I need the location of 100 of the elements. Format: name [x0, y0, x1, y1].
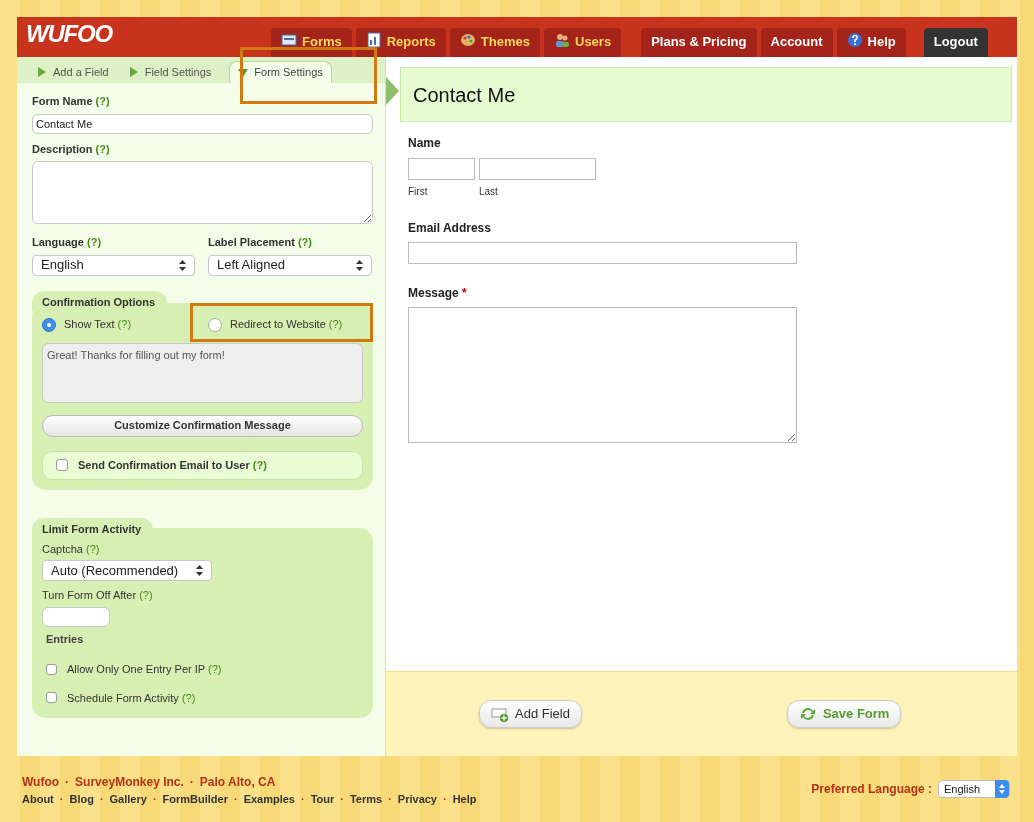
- sidebar-tab[interactable]: Add a Field: [29, 61, 117, 83]
- footer-link[interactable]: Blog: [69, 791, 94, 808]
- section-title: Limit Form Activity: [32, 517, 154, 538]
- field-label: Description (?): [32, 141, 111, 157]
- form-title: Contact Me: [400, 67, 1012, 122]
- separator-dot: ·: [99, 792, 104, 807]
- sidebar-tab[interactable]: Field Settings: [120, 61, 220, 83]
- checkbox[interactable]: [46, 692, 57, 704]
- add-field-button[interactable]: Add Field: [479, 700, 582, 728]
- separator-dot: ·: [65, 774, 70, 791]
- help-link[interactable]: (?): [208, 663, 222, 675]
- footer-link[interactable]: FormBuilder: [162, 791, 228, 808]
- nav-tab[interactable]: Forms: [271, 28, 352, 57]
- report-icon: [365, 32, 382, 48]
- palette-icon: [459, 32, 476, 48]
- help-link[interactable]: (?): [86, 542, 100, 555]
- nav-tab[interactable]: Reports: [355, 28, 446, 57]
- help-link[interactable]: (?): [252, 458, 267, 471]
- field-sublabel: First: [408, 185, 429, 199]
- footer-link[interactable]: Tour: [310, 791, 335, 808]
- separator-dot: ·: [301, 792, 305, 807]
- separator-dot: ·: [388, 792, 392, 807]
- separator-dot: ·: [233, 792, 238, 807]
- select-dropdown[interactable]: Left Aligned: [208, 254, 372, 276]
- required-mark: *: [462, 286, 467, 300]
- select-dropdown[interactable]: Auto (Recommended): [42, 560, 212, 581]
- input-field[interactable]: [42, 606, 110, 627]
- triangle-right-icon: [128, 67, 139, 77]
- input-field[interactable]: Contact Me: [32, 113, 373, 134]
- footer-link[interactable]: Terms: [349, 791, 383, 808]
- separator-dot: ·: [59, 792, 64, 807]
- checkbox[interactable]: [56, 459, 68, 471]
- language-select[interactable]: English: [938, 780, 1010, 798]
- triangle-right-icon: [37, 67, 47, 77]
- input-field[interactable]: [408, 242, 797, 264]
- field-label: Message *: [408, 285, 468, 302]
- radio-button[interactable]: [42, 317, 56, 332]
- field-label: Send Confirmation Email to User (?): [78, 457, 267, 473]
- help-link[interactable]: (?): [328, 318, 343, 331]
- nav-tab[interactable]: Account: [760, 28, 833, 57]
- input-field[interactable]: [408, 158, 475, 180]
- form-icon: [281, 32, 297, 48]
- help-link[interactable]: (?): [117, 318, 132, 331]
- customize-button[interactable]: Customize Confirmation Message: [42, 414, 363, 437]
- field-label: Name: [408, 135, 442, 152]
- company-text: Palo Alto, CA: [199, 774, 276, 791]
- field-label: Redirect to Website (?): [230, 317, 343, 333]
- language-label: Preferred Language :: [811, 781, 932, 798]
- field-label: Form Name (?): [32, 94, 111, 109]
- help-link[interactable]: (?): [95, 142, 110, 155]
- field-label: Language (?): [32, 235, 103, 250]
- pointer-arrow-icon: [386, 77, 399, 105]
- help-link[interactable]: (?): [95, 95, 110, 107]
- help-link[interactable]: (?): [297, 236, 312, 248]
- separator-dot: ·: [340, 792, 344, 807]
- refresh-icon: [798, 706, 817, 722]
- field-label: Captcha (?): [42, 541, 101, 557]
- textarea-field[interactable]: [32, 161, 373, 224]
- help-link[interactable]: (?): [87, 236, 102, 248]
- logo[interactable]: WUFOO: [26, 22, 112, 46]
- select-dropdown[interactable]: English: [32, 254, 195, 276]
- help-icon: [846, 32, 863, 48]
- checkbox-row[interactable]: Allow Only One Entry Per IP (?): [46, 661, 363, 678]
- nav-tab[interactable]: Users: [544, 28, 622, 57]
- nav-tab[interactable]: Themes: [449, 28, 540, 57]
- section-title: Confirmation Options: [32, 290, 168, 311]
- separator-dot: ·: [189, 774, 194, 791]
- footer-link[interactable]: About: [22, 791, 54, 808]
- sidebar-tab[interactable]: Form Settings: [229, 61, 332, 83]
- users-icon: [554, 32, 570, 48]
- add-field-icon: [491, 706, 509, 722]
- footer-link[interactable]: Examples: [243, 791, 295, 808]
- footer-link[interactable]: Privacy: [397, 791, 437, 808]
- input-field[interactable]: [479, 158, 596, 180]
- updown-arrows-icon: [356, 259, 363, 271]
- field-label: Turn Form Off After (?): [42, 588, 154, 603]
- nav-tab[interactable]: Help: [836, 28, 906, 57]
- footer-link[interactable]: Gallery: [109, 791, 147, 808]
- company-text: SurveyMonkey Inc.: [75, 774, 184, 791]
- field-label: Allow Only One Entry Per IP (?): [67, 662, 222, 677]
- footer-link[interactable]: Help: [452, 791, 477, 808]
- message-textarea[interactable]: Great! Thanks for filling out my form!: [42, 342, 363, 403]
- updown-arrows-icon: [179, 259, 186, 271]
- radio-button[interactable]: [208, 317, 222, 332]
- textarea-field[interactable]: [408, 307, 797, 443]
- field-label: Label Placement (?): [208, 235, 313, 250]
- updown-arrows-icon: [995, 780, 1009, 798]
- help-link[interactable]: (?): [181, 691, 196, 704]
- checkbox-row[interactable]: Send Confirmation Email to User (?): [42, 450, 363, 480]
- updown-arrows-icon: [196, 565, 203, 576]
- field-label: Entries: [46, 631, 85, 647]
- checkbox-row[interactable]: Schedule Form Activity (?): [46, 689, 363, 706]
- help-link[interactable]: (?): [139, 589, 153, 601]
- field-label: Email Address: [408, 220, 492, 237]
- checkbox[interactable]: [46, 663, 57, 675]
- nav-tab[interactable]: Plans & Pricing: [641, 28, 757, 57]
- separator-dot: ·: [152, 792, 157, 807]
- triangle-down-icon: [238, 67, 249, 78]
- separator-dot: ·: [443, 792, 447, 807]
- field-label: Schedule Form Activity (?): [67, 690, 196, 706]
